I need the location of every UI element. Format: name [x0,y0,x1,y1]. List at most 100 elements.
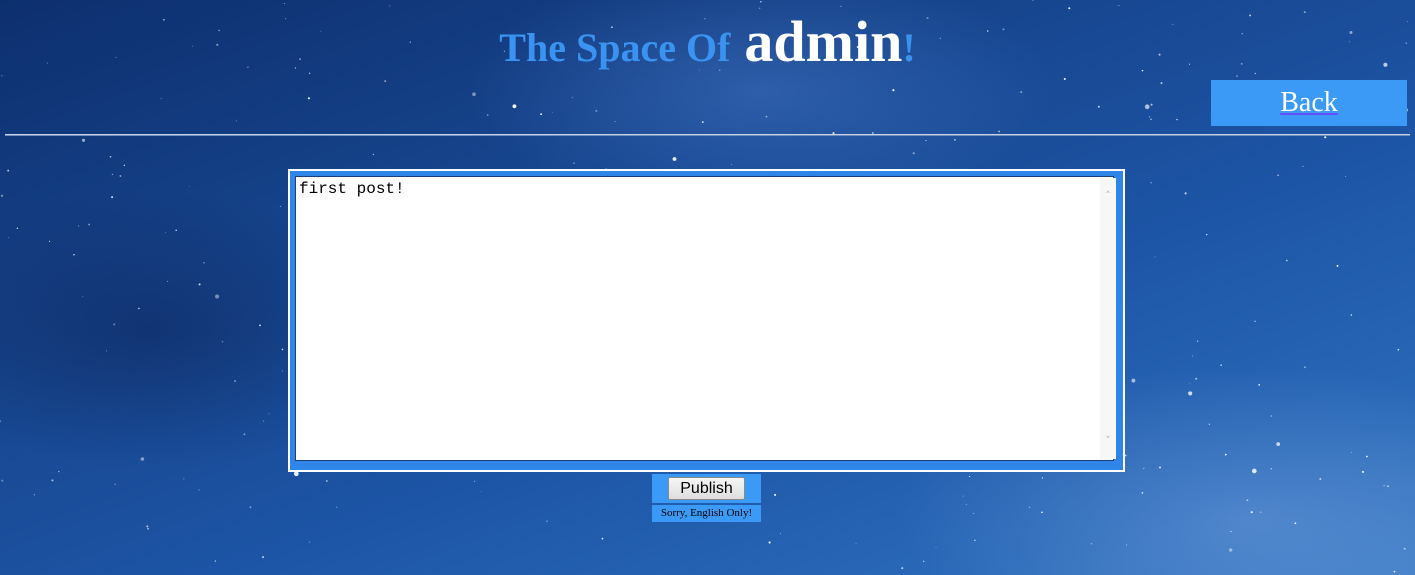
star [1,479,4,482]
star [779,532,781,534]
star [472,92,476,97]
star [855,543,857,545]
star [283,3,285,5]
star [8,237,10,239]
star [1304,366,1306,369]
star [840,5,842,7]
star [974,539,976,541]
star [546,520,548,522]
star [774,493,777,496]
title-suffix: ! [902,25,916,70]
star [614,121,616,123]
star [111,173,114,176]
star [473,480,476,483]
star [1250,511,1253,514]
star [1229,548,1233,552]
star [113,323,116,326]
star [336,506,338,508]
star [672,157,677,161]
star [78,225,80,227]
back-button[interactable]: Back [1211,80,1407,126]
star [1149,116,1150,118]
star [1366,455,1368,458]
star [114,483,116,485]
star [701,121,704,124]
star [1345,175,1347,177]
star [1254,320,1256,322]
star [730,164,732,166]
star [1195,377,1198,380]
star [262,556,265,559]
star [965,504,967,505]
star [892,89,895,92]
star [923,560,925,563]
scroll-up-icon[interactable]: ˄ [1100,188,1116,204]
star [1277,174,1279,176]
title-username: admin [744,9,903,74]
star [1393,570,1396,573]
star [571,96,573,98]
star [198,489,200,491]
star [1150,118,1152,121]
star [512,104,517,109]
star [140,457,145,461]
star [1028,506,1031,508]
star [968,475,971,478]
textarea-scrollbar[interactable]: ˄ ˅ [1100,178,1116,459]
star [235,120,237,122]
star [1246,499,1249,502]
star [81,138,86,142]
star [58,470,60,473]
star [138,307,140,310]
star [601,537,604,540]
star [1188,391,1193,396]
star [165,231,167,233]
star [1351,451,1353,454]
star [1206,233,1208,236]
star [1270,468,1272,470]
post-editor-frame: first post! ˄ ˅ [288,169,1125,472]
star [551,112,553,113]
star [901,567,904,570]
star [73,253,75,256]
scroll-down-icon[interactable]: ˅ [1100,433,1116,449]
header-divider [5,134,1410,136]
star [281,370,283,372]
star [1302,165,1304,167]
star [1387,485,1389,488]
post-textarea[interactable]: first post! [295,176,1114,461]
star [259,324,261,327]
star [384,80,387,83]
star [1143,467,1145,470]
star [307,97,310,100]
star [215,294,220,299]
star [1230,530,1232,533]
star [198,283,201,286]
star [48,240,51,242]
star [293,471,299,477]
star [925,140,927,142]
star [1319,477,1322,481]
star [1063,77,1066,81]
star [372,153,374,156]
star [1258,384,1261,386]
star [183,478,185,480]
star [1141,492,1144,494]
star [768,541,771,544]
star [1208,423,1210,425]
star [1251,468,1257,474]
star [765,115,768,118]
star [1041,511,1043,514]
star [263,420,265,422]
publish-button[interactable]: Publish [668,477,745,500]
star [972,513,974,514]
star [221,340,224,343]
star [243,433,246,436]
star [119,175,122,177]
star [1126,544,1128,546]
star [1,75,3,77]
star [1154,256,1156,258]
star [109,155,112,158]
star [281,348,284,351]
back-link-label[interactable]: Back [1280,87,1338,118]
